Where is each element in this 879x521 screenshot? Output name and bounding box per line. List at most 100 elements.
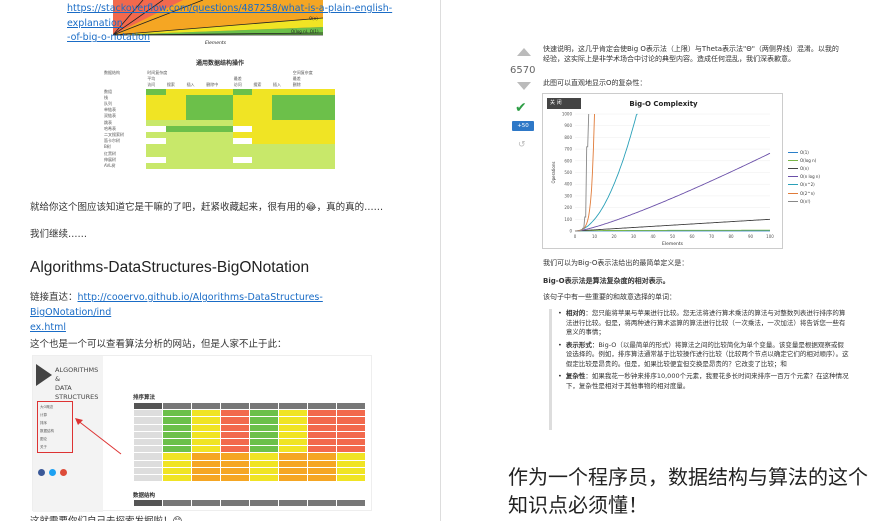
downvote-icon[interactable] xyxy=(517,82,531,90)
bigo-chart: 关 闭 Big-O Complexity 1000 900 800 700 600 500… xyxy=(542,93,783,249)
table-cell xyxy=(252,162,273,169)
screenshot-table-cell xyxy=(162,466,192,475)
screenshot-table-cell xyxy=(249,452,279,461)
x-tick-label: 20 xyxy=(611,234,617,239)
screenshot-table-cell xyxy=(191,423,221,432)
screenshot-table-cell xyxy=(220,459,250,468)
x-tick-label: 0 xyxy=(574,234,577,239)
legend-item: O(log n) xyxy=(788,156,820,164)
logo-triangle-icon xyxy=(36,364,52,386)
screenshot-table-cell xyxy=(133,423,163,432)
history-icon[interactable]: ↺ xyxy=(518,140,526,150)
y-tick-label: 200 xyxy=(564,205,572,210)
screenshot-table-cell xyxy=(336,437,366,447)
screenshot-table-cell xyxy=(307,423,337,432)
facebook-icon xyxy=(38,469,45,476)
answer-definition-intro: 我们可以为Big-O表示法给出的最简单定义是： xyxy=(543,259,689,267)
twitter-icon xyxy=(49,469,56,476)
screenshot-table-cell xyxy=(220,466,250,475)
list-item: • 表示形式：Big-O（以最简单的形式）将算法之间的比较简化为单个变量。该变量是… xyxy=(558,340,849,368)
screenshot-table-cell xyxy=(191,401,221,411)
complexity-table: 数据结构 时间复杂度 空间复杂度 平均 最差 最差 访问 搜索 插入 删除中 访… xyxy=(103,70,335,169)
legend-item: O(n!) xyxy=(788,197,820,205)
screenshot-table-cell xyxy=(162,409,192,418)
link-label: 链接直达： xyxy=(30,292,78,303)
accepted-check-icon: ✔ xyxy=(515,100,527,116)
screenshot-menu-item: 关于 xyxy=(40,445,47,449)
screenshot-table-cell xyxy=(336,401,366,411)
stackoverflow-link[interactable]: https://stackoverflow.com/questions/4872… xyxy=(67,2,437,46)
keyword-list: • 相对的：您只能将苹果与苹果进行比较。您无法将进行算术乘法的算法与对整数列表进行… xyxy=(549,309,849,430)
screenshot-table-row xyxy=(133,466,366,475)
screenshot-logo-text: ALGORITHMS & DATA STRUCTURES xyxy=(55,366,99,401)
vote-count: 6570 xyxy=(510,65,536,76)
screenshot-table-cell xyxy=(220,437,250,447)
legend-swatch xyxy=(788,200,798,202)
upvote-icon[interactable] xyxy=(517,48,531,56)
legend-label: O(n^2) xyxy=(800,182,815,188)
screenshot-table-cell xyxy=(191,445,221,454)
legend-swatch xyxy=(788,176,798,178)
y-tick-label: 700 xyxy=(564,147,572,152)
screenshot-table-cell xyxy=(249,437,279,447)
list-item: • 复杂性：如果我花一秒钟来排序10,000个元素，我要花多长时间来排序一百万个元… xyxy=(558,372,849,390)
legend-label: O(n log n) xyxy=(800,174,820,180)
screenshot-table-cell xyxy=(249,430,279,439)
screenshot-table-row xyxy=(133,473,366,483)
column-divider xyxy=(440,0,441,521)
screenshot-table-cell xyxy=(133,466,163,475)
screenshot-table-cell xyxy=(278,452,308,461)
y-tick-label: 900 xyxy=(564,123,572,128)
legend-label: O(n!) xyxy=(800,198,811,204)
screenshot-table-cell xyxy=(307,452,337,461)
screenshot-table-cell xyxy=(191,459,221,468)
site-link-continued[interactable]: ex.html xyxy=(30,322,66,333)
screenshot-table-cell xyxy=(191,473,221,483)
google-plus-icon xyxy=(60,469,67,476)
screenshot-table-cell xyxy=(249,445,279,454)
table-cell xyxy=(146,162,166,169)
screenshot-table-cell xyxy=(220,452,250,461)
screenshot-table-cell xyxy=(220,445,250,454)
series-line xyxy=(574,218,771,232)
table-cell xyxy=(272,162,292,169)
table-cell xyxy=(291,162,335,169)
paragraph-intro: 就给你这个图应该知道它是干嘛的了吧，赶紧收藏起来，很有用的😂，真的真的…… xyxy=(30,202,384,213)
screenshot-table-cell xyxy=(220,409,250,418)
x-tick-label: 40 xyxy=(650,234,656,239)
screenshot-ds-table xyxy=(133,498,366,508)
screenshot-table-cell xyxy=(191,416,221,425)
x-tick-label: 80 xyxy=(728,234,734,239)
article-page: O(n) O(log n), O(1) Elements 通用数据结构操作 数据… xyxy=(0,0,879,521)
screenshot-table-cell xyxy=(162,445,192,454)
screenshot-table-cell xyxy=(307,430,337,439)
legend-swatch xyxy=(788,192,798,194)
table-row-label: AVL树 xyxy=(104,162,116,168)
x-tick-label: 50 xyxy=(670,234,676,239)
x-tick-label: 10 xyxy=(592,234,598,239)
screenshot-table-cell xyxy=(336,452,366,461)
x-axis-label: Elements xyxy=(662,241,684,247)
answer-definition: Big-O表示法是算法复杂度的相对表示。 xyxy=(543,277,670,285)
answer-chart-intro: 此图可以直观地显示O的复杂性： xyxy=(543,79,647,87)
table-title: 通用数据结构操作 xyxy=(195,60,244,67)
screenshot-table-cell xyxy=(220,430,250,439)
screenshot-table-cell xyxy=(307,459,337,468)
screenshot-table-cell xyxy=(249,423,279,432)
screenshot-table-cell xyxy=(336,423,366,432)
screenshot-table-cell xyxy=(191,466,221,475)
screenshot-table-cell xyxy=(249,459,279,468)
y-tick-label: 400 xyxy=(564,182,572,187)
screenshot-table-row xyxy=(133,409,366,418)
page-caption: 作为一个程序员，数据结构与算法的这个知识点必须懂！ xyxy=(508,465,868,517)
screenshot-table-cell xyxy=(278,466,308,475)
screenshot-table-cell xyxy=(162,430,192,439)
table-cell xyxy=(205,162,233,169)
screenshot-table-cell xyxy=(191,437,221,447)
screenshot-table-cell xyxy=(133,452,163,461)
screenshot-table-row xyxy=(133,437,366,447)
paragraph-site-desc: 这个也是一个可以查看算法分析的网站，但是人家不止于此： xyxy=(30,339,287,350)
screenshot-table-cell xyxy=(307,416,337,425)
x-tick-label: 90 xyxy=(748,234,754,239)
screenshot-table-cell xyxy=(336,466,366,475)
